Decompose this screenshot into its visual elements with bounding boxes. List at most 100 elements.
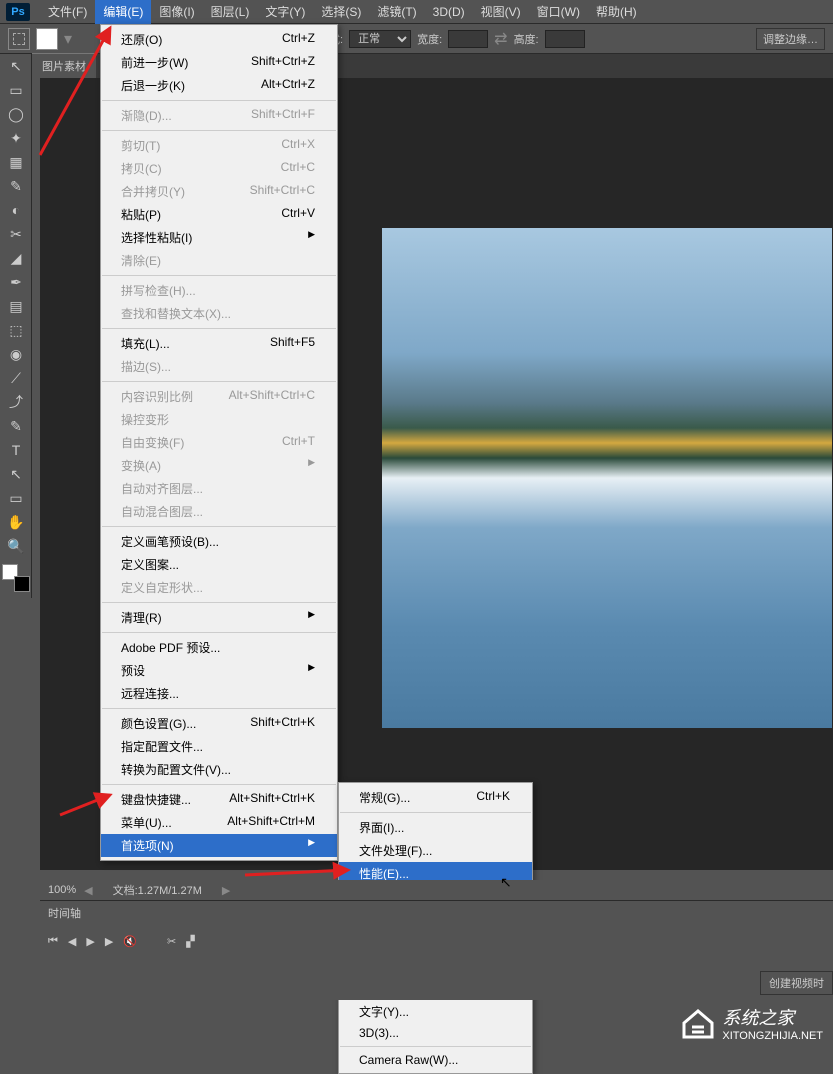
- tool-9[interactable]: ✒: [0, 270, 32, 294]
- toolbox: ↖▭◯✦▦✎◐✂◢✒▤⬚◉⟋⤴✎T↖▭✋🔍: [0, 54, 32, 598]
- menu-item: 剪切(T)Ctrl+X: [101, 134, 337, 157]
- create-video-button[interactable]: 创建视频时: [760, 971, 833, 995]
- menu-item[interactable]: 后退一步(K)Alt+Ctrl+Z: [101, 74, 337, 97]
- status-bar: 100% ◀ 文档:1.27M/1.27M ▶: [40, 880, 833, 900]
- menu-item: 合并拷贝(Y)Shift+Ctrl+C: [101, 180, 337, 203]
- tool-6[interactable]: ◐: [0, 198, 32, 222]
- cursor-icon: ↖: [500, 874, 512, 891]
- timeline-title: 时间轴: [40, 901, 833, 925]
- tool-10[interactable]: ▤: [0, 294, 32, 318]
- bg-color[interactable]: [14, 576, 30, 592]
- menu-file[interactable]: 文件(F): [40, 0, 95, 24]
- mute-icon[interactable]: 🔇: [123, 935, 137, 948]
- marquee-tool-indicator[interactable]: [8, 28, 30, 50]
- menu-image[interactable]: 图像(I): [151, 0, 202, 24]
- menu-item[interactable]: 键盘快捷键...Alt+Shift+Ctrl+K: [101, 788, 337, 811]
- play-icon[interactable]: ▶: [86, 935, 94, 948]
- goto-start-icon[interactable]: ⏮: [48, 935, 58, 948]
- menu-select[interactable]: 选择(S): [313, 0, 369, 24]
- transition-icon[interactable]: ▞: [186, 935, 194, 948]
- menu-item[interactable]: 常规(G)...Ctrl+K: [339, 786, 532, 809]
- menu-item: 拼写检查(H)...: [101, 279, 337, 302]
- menu-item: 定义自定形状...: [101, 576, 337, 599]
- menu-item[interactable]: 指定配置文件...: [101, 735, 337, 758]
- tool-18[interactable]: ▭: [0, 486, 32, 510]
- menu-item[interactable]: 选择性粘贴(I)▶: [101, 226, 337, 249]
- prev-frame-icon[interactable]: ◀: [68, 935, 76, 948]
- menu-item: 渐隐(D)...Shift+Ctrl+F: [101, 104, 337, 127]
- tool-1[interactable]: ▭: [0, 78, 32, 102]
- menu-item[interactable]: 填充(L)...Shift+F5: [101, 332, 337, 355]
- menu-item: 自动混合图层...: [101, 500, 337, 523]
- menu-item[interactable]: 3D(3)...: [339, 1023, 532, 1043]
- tool-15[interactable]: ✎: [0, 414, 32, 438]
- document-tab[interactable]: 图片素材: [32, 53, 96, 78]
- menu-3d[interactable]: 3D(D): [425, 1, 473, 23]
- menu-item[interactable]: 预设▶: [101, 659, 337, 682]
- menu-item: 内容识别比例Alt+Shift+Ctrl+C: [101, 385, 337, 408]
- tool-20[interactable]: 🔍: [0, 534, 32, 558]
- menu-item[interactable]: 远程连接...: [101, 682, 337, 705]
- menu-help[interactable]: 帮助(H): [588, 0, 645, 24]
- tool-17[interactable]: ↖: [0, 462, 32, 486]
- tool-8[interactable]: ◢: [0, 246, 32, 270]
- app-logo: Ps: [6, 3, 30, 21]
- menu-item[interactable]: 前进一步(W)Shift+Ctrl+Z: [101, 51, 337, 74]
- tool-16[interactable]: T: [0, 438, 32, 462]
- height-input[interactable]: [545, 30, 585, 48]
- menu-item[interactable]: 粘贴(P)Ctrl+V: [101, 203, 337, 226]
- timeline-controls: ⏮ ◀ ▶ ▶ 🔇 ✂ ▞: [40, 925, 833, 958]
- watermark-sub: XITONGZHIJIA.NET: [722, 1030, 823, 1042]
- menu-type[interactable]: 文字(Y): [257, 0, 313, 24]
- tool-4[interactable]: ▦: [0, 150, 32, 174]
- edit-dropdown: 还原(O)Ctrl+Z前进一步(W)Shift+Ctrl+Z后退一步(K)Alt…: [100, 24, 338, 861]
- menu-item[interactable]: 定义画笔预设(B)...: [101, 530, 337, 553]
- tool-11[interactable]: ⬚: [0, 318, 32, 342]
- document-info: 文档:1.27M/1.27M: [93, 882, 222, 898]
- tool-19[interactable]: ✋: [0, 510, 32, 534]
- menu-filter[interactable]: 滤镜(T): [369, 0, 424, 24]
- menu-item[interactable]: 转换为配置文件(V)...: [101, 758, 337, 781]
- menu-item[interactable]: 界面(I)...: [339, 816, 532, 839]
- menu-item: 拷贝(C)Ctrl+C: [101, 157, 337, 180]
- next-frame-icon[interactable]: ▶: [105, 935, 113, 948]
- menu-item[interactable]: 文字(Y)...: [339, 1000, 532, 1023]
- timeline-panel: 时间轴 ⏮ ◀ ▶ ▶ 🔇 ✂ ▞: [40, 900, 833, 1000]
- document-image: [382, 228, 832, 728]
- tool-13[interactable]: ⟋: [0, 366, 32, 390]
- menu-item[interactable]: 定义图案...: [101, 553, 337, 576]
- menu-item: 清除(E): [101, 249, 337, 272]
- tool-0[interactable]: ↖: [0, 54, 32, 78]
- menu-item[interactable]: 文件处理(F)...: [339, 839, 532, 862]
- menu-item[interactable]: 首选项(N)▶: [101, 834, 337, 857]
- style-select[interactable]: 正常: [349, 30, 411, 48]
- menu-item: 查找和替换文本(X)...: [101, 302, 337, 325]
- menu-item[interactable]: 菜单(U)...Alt+Shift+Ctrl+M: [101, 811, 337, 834]
- menubar: Ps 文件(F) 编辑(E) 图像(I) 图层(L) 文字(Y) 选择(S) 滤…: [0, 0, 833, 24]
- menu-item[interactable]: 还原(O)Ctrl+Z: [101, 28, 337, 51]
- width-input[interactable]: [448, 30, 488, 48]
- menu-item[interactable]: Camera Raw(W)...: [339, 1050, 532, 1070]
- refine-edge-button[interactable]: 调整边缘…: [756, 28, 825, 50]
- menu-item: 变换(A)▶: [101, 454, 337, 477]
- menu-view[interactable]: 视图(V): [473, 0, 529, 24]
- tool-7[interactable]: ✂: [0, 222, 32, 246]
- menu-item: 自由变换(F)Ctrl+T: [101, 431, 337, 454]
- height-label: 高度:: [514, 31, 539, 47]
- menu-window[interactable]: 窗口(W): [529, 0, 588, 24]
- watermark-main: 系统之家: [722, 1004, 823, 1030]
- foreground-swatch[interactable]: [36, 28, 58, 50]
- zoom-level[interactable]: 100%: [40, 884, 84, 896]
- menu-item: 操控变形: [101, 408, 337, 431]
- tool-3[interactable]: ✦: [0, 126, 32, 150]
- tool-5[interactable]: ✎: [0, 174, 32, 198]
- menu-edit[interactable]: 编辑(E): [95, 0, 151, 24]
- tool-12[interactable]: ◉: [0, 342, 32, 366]
- cut-icon[interactable]: ✂: [167, 935, 176, 948]
- tool-14[interactable]: ⤴: [0, 390, 32, 414]
- menu-item[interactable]: 清理(R)▶: [101, 606, 337, 629]
- menu-item[interactable]: 颜色设置(G)...Shift+Ctrl+K: [101, 712, 337, 735]
- menu-item[interactable]: Adobe PDF 预设...: [101, 636, 337, 659]
- tool-2[interactable]: ◯: [0, 102, 32, 126]
- menu-layer[interactable]: 图层(L): [203, 0, 258, 24]
